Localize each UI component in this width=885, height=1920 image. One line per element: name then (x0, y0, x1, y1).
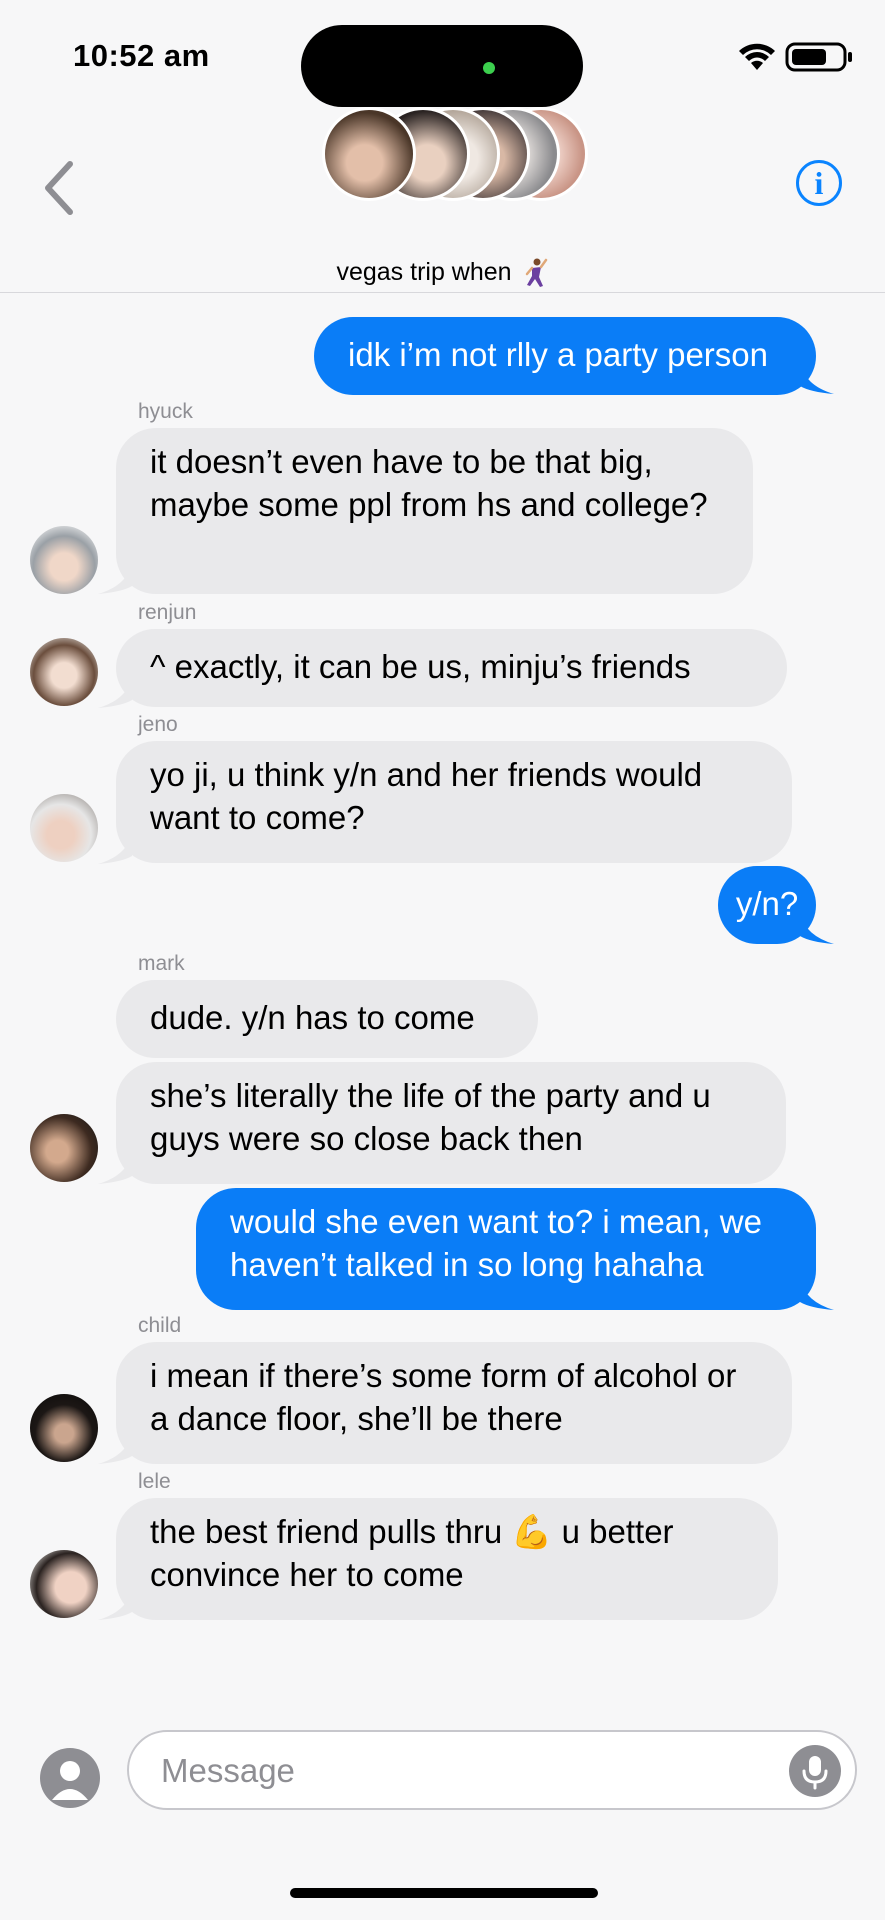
outgoing-message[interactable]: idk i’m not rlly a party person (314, 317, 816, 395)
incoming-message[interactable]: dude. y/n has to come (116, 980, 538, 1058)
conversation-header: i vegas trip when (0, 100, 885, 293)
bubble-tail (800, 1280, 834, 1310)
message-thread[interactable]: idk i’m not rlly a party person hyuck it… (0, 292, 885, 1712)
sender-name: hyuck (138, 400, 193, 423)
status-time: 10:52 am (73, 38, 210, 73)
bubble-tail (98, 678, 132, 708)
home-indicator[interactable] (290, 1888, 598, 1898)
info-icon[interactable]: i (796, 160, 842, 206)
sender-name: lele (138, 1470, 171, 1493)
message-text: would she even want to? i mean, we haven… (230, 1203, 762, 1283)
avatar[interactable] (30, 1394, 98, 1462)
bubble-tail (98, 1590, 132, 1620)
message-text: the best friend pulls thru 💪 u better co… (150, 1513, 674, 1593)
avatar[interactable] (30, 1550, 98, 1618)
sender-name: renjun (138, 601, 197, 624)
avatar[interactable] (30, 526, 98, 594)
group-name[interactable]: vegas trip when (0, 258, 885, 288)
sender-name: jeno (138, 713, 178, 736)
incoming-message[interactable]: i mean if there’s some form of alcohol o… (116, 1342, 792, 1464)
message-text: idk i’m not rlly a party person (348, 336, 768, 373)
message-input[interactable] (159, 1746, 723, 1796)
bubble-tail (98, 834, 132, 864)
dancer-emoji-icon (525, 258, 547, 288)
bubble-tail (98, 1154, 132, 1184)
avatar[interactable] (30, 794, 98, 862)
bubble-tail (800, 914, 834, 944)
sender-name: child (138, 1314, 182, 1337)
wifi-icon (739, 43, 775, 70)
apps-icon[interactable] (40, 1748, 100, 1808)
microphone-icon[interactable] (789, 1745, 841, 1797)
group-avatars[interactable] (322, 107, 588, 201)
message-composer (0, 1726, 885, 1836)
chevron-left-icon[interactable] (40, 158, 80, 218)
dynamic-island (301, 25, 583, 107)
group-name-text: vegas trip when (336, 258, 512, 286)
battery-icon (785, 42, 852, 72)
message-field[interactable] (127, 1730, 857, 1810)
message-text: y/n? (735, 885, 799, 922)
message-text: she’s literally the life of the party an… (150, 1077, 711, 1157)
incoming-message[interactable]: yo ji, u think y/n and her friends would… (116, 741, 792, 863)
avatar[interactable] (30, 1114, 98, 1182)
incoming-message[interactable]: it doesn’t even have to be that big, may… (116, 428, 753, 594)
outgoing-message[interactable]: would she even want to? i mean, we haven… (196, 1188, 816, 1310)
bubble-tail (98, 564, 132, 594)
message-text: yo ji, u think y/n and her friends would… (150, 756, 703, 836)
incoming-message[interactable]: she’s literally the life of the party an… (116, 1062, 786, 1184)
message-text: dude. y/n has to come (150, 999, 475, 1036)
message-text: i mean if there’s some form of alcohol o… (150, 1357, 737, 1437)
camera-indicator-dot (483, 62, 495, 74)
bubble-tail (800, 364, 834, 394)
avatar[interactable] (30, 638, 98, 706)
bubble-tail (98, 1434, 132, 1464)
sender-name: mark (138, 952, 185, 975)
message-text: ^ exactly, it can be us, minju’s friends (150, 648, 691, 685)
message-text: it doesn’t even have to be that big, may… (150, 443, 708, 523)
incoming-message[interactable]: ^ exactly, it can be us, minju’s friends (116, 629, 787, 707)
participant-avatar (322, 107, 416, 201)
incoming-message[interactable]: the best friend pulls thru 💪 u better co… (116, 1498, 778, 1620)
